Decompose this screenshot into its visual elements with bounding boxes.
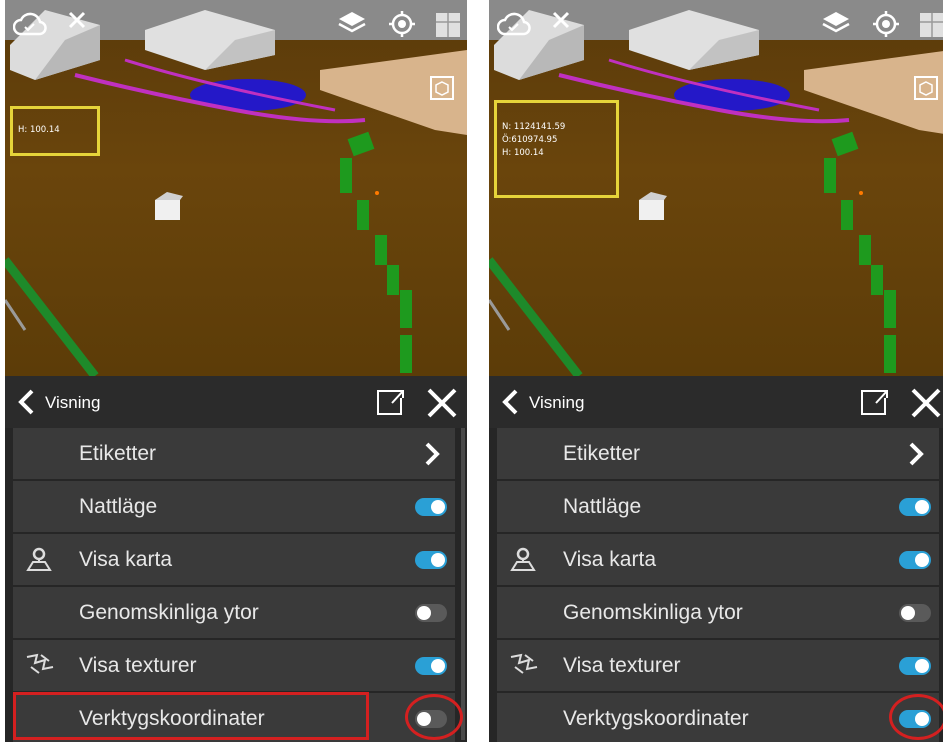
cube-view-icon[interactable] <box>917 10 943 40</box>
settings-panel: Visning Etiketter Nattläge Visa karta Ge… <box>489 376 943 742</box>
setting-etiketter[interactable]: Etiketter <box>13 428 455 479</box>
cloud-check-icon[interactable] <box>497 10 531 38</box>
screen-before: H: 100.14 Visning Etiketter Nattläge Vis… <box>5 0 467 742</box>
toggle-switch[interactable] <box>899 657 931 675</box>
toggle-switch[interactable] <box>415 498 447 516</box>
layers-icon[interactable] <box>821 10 851 36</box>
setting-nattlage[interactable]: Nattläge <box>13 481 455 532</box>
setting-visa-karta[interactable]: Visa karta <box>497 534 939 585</box>
settings-panel: Visning Etiketter Nattläge Visa karta Ge… <box>5 376 467 742</box>
settings-list: Etiketter Nattläge Visa karta Genomskinl… <box>497 428 939 742</box>
screen-after: N: 1124141.59 Ö:610974.95 H: 100.14 Visn… <box>489 0 943 742</box>
setting-verktygskoordinater[interactable]: Verktygskoordinater <box>497 693 939 742</box>
layers-icon[interactable] <box>337 10 367 36</box>
cloud-check-icon[interactable] <box>13 10 47 38</box>
3d-viewport[interactable]: H: 100.14 <box>5 0 467 376</box>
setting-label: Genomskinliga ytor <box>563 601 743 624</box>
setting-genomskinliga-ytor[interactable]: Genomskinliga ytor <box>13 587 455 638</box>
map-pin-icon <box>25 545 53 578</box>
coordinate-o: Ö:610974.95 <box>502 135 558 145</box>
toggle-switch[interactable] <box>899 604 931 622</box>
external-link-icon[interactable] <box>859 387 891 422</box>
chevron-right-icon <box>907 441 925 472</box>
setting-label: Nattläge <box>563 495 642 518</box>
setting-etiketter[interactable]: Etiketter <box>497 428 939 479</box>
fit-view-icon[interactable] <box>913 75 939 101</box>
3d-scene <box>5 0 467 376</box>
3d-viewport[interactable]: N: 1124141.59 Ö:610974.95 H: 100.14 <box>489 0 943 376</box>
close-x-icon[interactable] <box>67 10 87 30</box>
texture-icon <box>509 651 539 684</box>
highlight-circle <box>405 694 463 740</box>
target-icon[interactable] <box>872 10 900 38</box>
toggle-switch[interactable] <box>899 551 931 569</box>
highlight-box <box>13 692 369 740</box>
external-link-icon[interactable] <box>375 387 407 422</box>
scrollbar[interactable] <box>461 428 465 740</box>
cube-view-icon[interactable] <box>433 10 463 40</box>
setting-visa-texturer[interactable]: Visa texturer <box>13 640 455 691</box>
setting-label: Visa texturer <box>563 654 681 677</box>
setting-label: Visa karta <box>79 548 172 571</box>
setting-label: Nattläge <box>79 495 158 518</box>
toggle-switch[interactable] <box>899 498 931 516</box>
coordinate-display: H: 100.14 <box>10 106 100 156</box>
coordinate-h: H: 100.14 <box>502 148 544 158</box>
setting-genomskinliga-ytor[interactable]: Genomskinliga ytor <box>497 587 939 638</box>
close-icon[interactable] <box>425 386 459 425</box>
coordinate-n: N: 1124141.59 <box>502 122 566 132</box>
setting-label: Etiketter <box>79 442 157 465</box>
chevron-right-icon <box>423 441 441 472</box>
setting-label: Visa texturer <box>79 654 197 677</box>
toggle-switch[interactable] <box>415 657 447 675</box>
chevron-left-icon[interactable] <box>499 388 521 421</box>
fit-view-icon[interactable] <box>429 75 455 101</box>
panel-title: Visning <box>529 393 585 412</box>
setting-label: Visa karta <box>563 548 656 571</box>
setting-label: Etiketter <box>563 442 641 465</box>
panel-header: Visning <box>5 376 467 428</box>
coordinate-display: N: 1124141.59 Ö:610974.95 H: 100.14 <box>494 100 619 198</box>
panel-title: Visning <box>45 393 101 412</box>
setting-visa-karta[interactable]: Visa karta <box>13 534 455 585</box>
close-x-icon[interactable] <box>551 10 571 30</box>
setting-nattlage[interactable]: Nattläge <box>497 481 939 532</box>
coordinate-h: H: 100.14 <box>18 125 60 135</box>
panel-header: Visning <box>489 376 943 428</box>
setting-label: Verktygskoordinater <box>563 707 749 730</box>
target-icon[interactable] <box>388 10 416 38</box>
highlight-circle <box>889 694 943 740</box>
close-icon[interactable] <box>909 386 943 425</box>
toggle-switch[interactable] <box>415 551 447 569</box>
texture-icon <box>25 651 55 684</box>
setting-label: Genomskinliga ytor <box>79 601 259 624</box>
chevron-left-icon[interactable] <box>15 388 37 421</box>
toggle-switch[interactable] <box>415 604 447 622</box>
setting-visa-texturer[interactable]: Visa texturer <box>497 640 939 691</box>
map-pin-icon <box>509 545 537 578</box>
